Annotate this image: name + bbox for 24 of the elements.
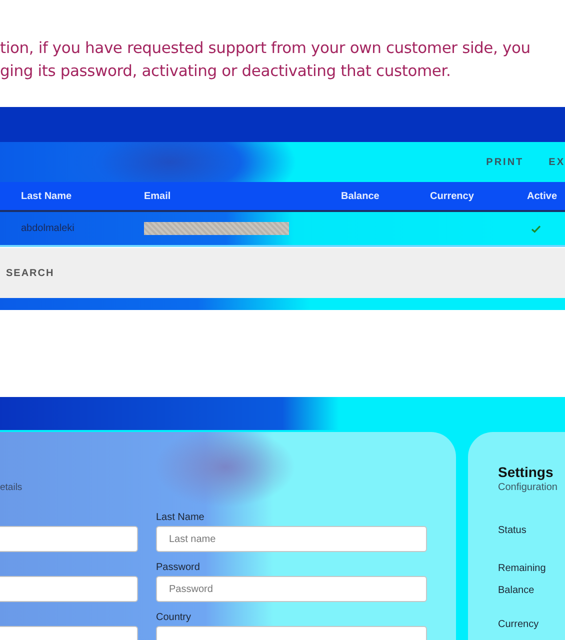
section-subtitle: etails <box>0 482 24 493</box>
settings-subtitle: Configuration <box>498 482 558 493</box>
column-header[interactable]: Last Name <box>21 190 144 202</box>
intro-text: ging its password, activating or deactivating that customer. <box>0 61 452 82</box>
setting-label: Remaining Balance <box>498 562 547 598</box>
input-field[interactable]: Password <box>156 576 427 602</box>
toolbar-button[interactable]: PRINT <box>486 156 524 168</box>
field-label: Country <box>156 612 192 623</box>
setting-label: Currency <box>498 618 540 632</box>
column-header[interactable]: Active <box>527 190 565 202</box>
search-label[interactable]: SEARCH <box>6 268 54 279</box>
column-header[interactable]: Currency <box>430 190 527 202</box>
intro-text: tion, if you have requested support from your own customer side, you <box>0 38 532 59</box>
table-cell-text: abdolmaleki <box>21 223 76 234</box>
input-field[interactable]: Last name <box>156 526 427 552</box>
setting-label: Status <box>498 524 528 538</box>
settings-title: Settings <box>498 464 554 480</box>
input-field[interactable] <box>0 576 138 602</box>
field-label: Password <box>156 562 201 573</box>
input-field[interactable] <box>0 526 138 552</box>
field-label: Last Name <box>156 512 206 523</box>
column-header[interactable]: Email <box>144 190 341 202</box>
toolbar-button[interactable]: EX <box>548 156 565 168</box>
column-header[interactable]: Balance <box>341 190 430 202</box>
